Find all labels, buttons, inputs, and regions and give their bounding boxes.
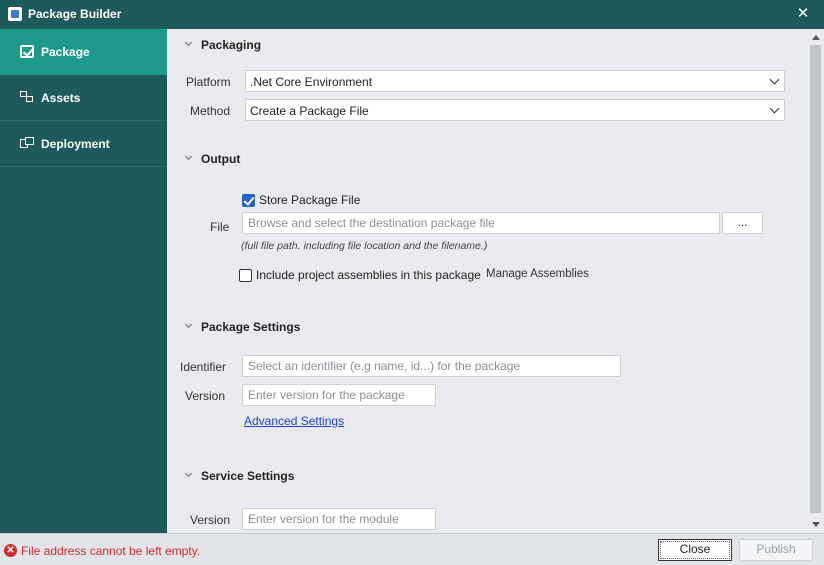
include-assemblies-label[interactable]: Include project assemblies in this packa… [256,268,481,282]
file-label: File [210,220,230,234]
platform-value: .Net Core Environment [250,75,373,89]
error-message: File address cannot be left empty. [21,544,201,558]
section-heading: Service Settings [201,469,295,483]
file-path-hint: (full file path. including file location… [241,240,488,252]
version-label: Version [185,389,226,403]
section-heading: Output [201,152,241,166]
close-icon[interactable]: ✕ [794,4,812,24]
section-heading: Packaging [201,38,262,52]
chevron-down-icon [185,471,193,479]
sidebar-item-label: Deployment [41,137,110,151]
vertical-scrollbar[interactable] [808,29,824,533]
service-version-label: Version [190,513,231,527]
sidebar-item-package[interactable]: Package [0,29,167,75]
browse-button[interactable]: ... [722,212,763,234]
advanced-settings-link[interactable]: Advanced Settings [244,414,344,428]
chevron-down-icon [771,77,778,84]
method-label: Method [190,104,231,118]
sidebar-item-label: Package [41,45,90,59]
sidebar-item-deployment[interactable]: Deployment [0,121,167,167]
sidebar-item-label: Assets [41,91,81,105]
scroll-up-icon[interactable] [812,35,820,40]
chevron-down-icon [771,106,778,113]
assets-icon [20,91,34,104]
window-title: Package Builder [28,7,122,21]
scrollbar-thumb[interactable] [810,45,821,513]
chevron-down-icon [185,40,193,48]
include-assemblies-checkbox[interactable] [239,269,252,282]
footer-bar: ✕ File address cannot be left empty. Clo… [0,533,824,565]
chevron-down-icon [185,154,193,162]
method-select[interactable]: Create a Package File [245,99,785,121]
error-circle-icon: ✕ [4,544,17,557]
method-value: Create a Package File [250,104,369,118]
platform-select[interactable]: .Net Core Environment [245,70,785,92]
store-package-checkbox[interactable] [242,194,255,207]
sidebar: Package Assets Deployment [0,29,167,533]
service-version-input[interactable] [242,508,436,530]
manage-assemblies-link[interactable]: Manage Assemblies [486,268,589,280]
deployment-icon [20,137,34,150]
title-bar: Package Builder ✕ [0,0,824,29]
main-panel: Packaging Platform .Net Core Environment… [167,29,808,533]
section-heading: Package Settings [201,320,301,334]
publish-button[interactable]: Publish [739,539,813,561]
sidebar-item-assets[interactable]: Assets [0,75,167,121]
store-package-label[interactable]: Store Package File [259,193,360,207]
platform-label: Platform [186,75,231,89]
file-path-input[interactable] [242,212,720,234]
chevron-down-icon [185,322,193,330]
close-button[interactable]: Close [658,539,732,561]
scroll-down-icon[interactable] [812,522,820,527]
package-version-input[interactable] [242,384,436,406]
identifier-label: Identifier [180,360,227,374]
package-check-icon [20,45,34,58]
package-builder-icon [8,7,22,21]
identifier-input[interactable] [242,355,621,377]
